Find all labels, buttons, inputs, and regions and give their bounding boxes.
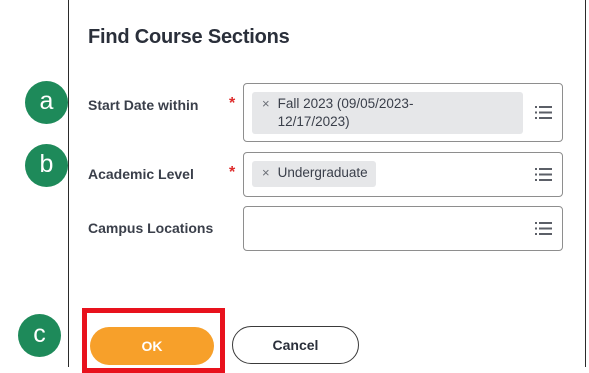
required-indicator: *	[229, 164, 236, 181]
start-date-field[interactable]: × Fall 2023 (09/05/2023- 12/17/2023)	[243, 83, 563, 142]
start-date-value: Fall 2023 (09/05/2023- 12/17/2023)	[277, 96, 414, 129]
start-date-label: Start Date within	[88, 97, 199, 113]
campus-locations-label: Campus Locations	[88, 220, 214, 236]
marker-a: a	[25, 81, 68, 124]
required-indicator: *	[229, 95, 236, 112]
academic-level-value: Undergraduate	[277, 165, 368, 180]
dialog-title: Find Course Sections	[88, 26, 290, 48]
list-icon[interactable]	[535, 105, 552, 119]
campus-locations-field[interactable]	[243, 206, 563, 251]
list-icon[interactable]	[535, 167, 552, 181]
marker-b: b	[25, 144, 68, 187]
remove-icon[interactable]: ×	[262, 164, 270, 182]
start-date-selected-pill: × Fall 2023 (09/05/2023- 12/17/2023)	[252, 92, 523, 134]
academic-level-field[interactable]: × Undergraduate	[243, 152, 563, 197]
academic-level-selected-pill: × Undergraduate	[252, 161, 376, 187]
marker-c: c	[18, 314, 61, 357]
academic-level-label: Academic Level	[88, 166, 194, 182]
ok-button-highlight	[82, 308, 225, 373]
list-icon[interactable]	[535, 221, 552, 235]
remove-icon[interactable]: ×	[262, 95, 270, 113]
cancel-button[interactable]: Cancel	[232, 326, 359, 364]
